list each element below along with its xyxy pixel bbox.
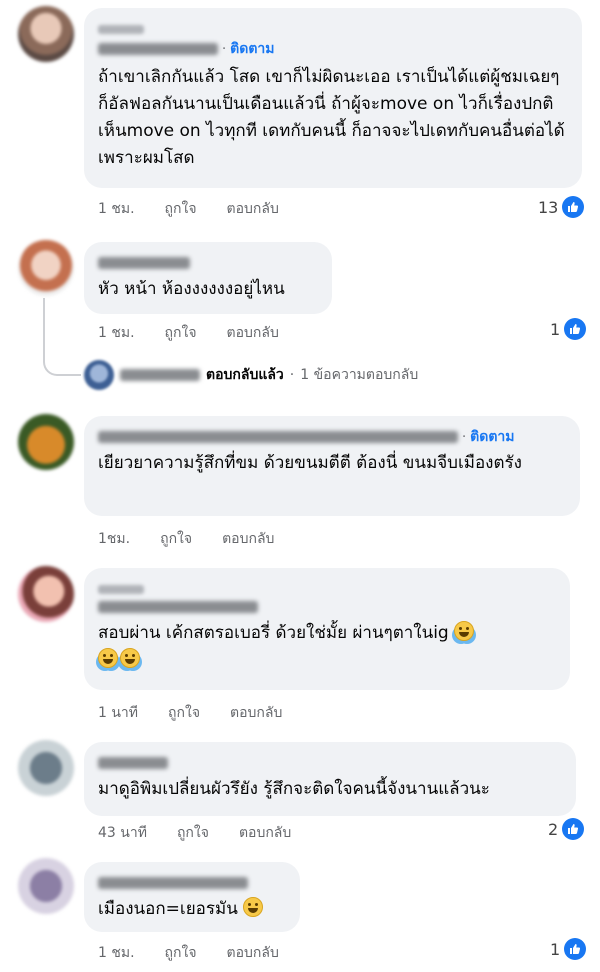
reply-button[interactable]: ตอบกลับ [239,822,291,844]
like-button[interactable]: ถูกใจ [168,702,200,724]
author-name[interactable] [98,757,168,769]
comment-item: · ติดตาม ถ้าเขาเลิกกันแล้ว โสด เขาก็ไม่ผ… [0,0,600,230]
laughing-tears-emoji [454,621,475,641]
comment-text-content: สอบผ่าน เค้กสตรอเบอรี่ ด้วยใช่มั้ย ผ่านๆ… [98,623,449,643]
comment-text-content: เมืองนอก=เยอรมัน [98,899,238,919]
avatar[interactable] [18,566,74,622]
comment-bubble: เมืองนอก=เยอรมัน [84,862,300,932]
reaction-count[interactable]: 2 [548,818,585,840]
like-icon [564,938,587,960]
like-button[interactable]: ถูกใจ [165,322,197,344]
reply-button[interactable]: ตอบกลับ [230,702,282,724]
author-name[interactable] [98,43,218,55]
timestamp[interactable]: 1 ชม. [98,198,135,220]
comment-item: เมืองนอก=เยอรมัน 1 ชม. ถูกใจ ตอบกลับ 1 [0,850,600,972]
separator-dot: · [462,429,467,445]
like-button[interactable]: ถูกใจ [160,528,192,550]
reaction-number: 13 [538,197,559,217]
comment-actions: 1ชม. ถูกใจ ตอบกลับ [98,528,274,550]
reply-author-name [120,369,200,381]
comment-actions: 1 ชม. ถูกใจ ตอบกลับ [98,322,279,344]
author-name[interactable] [98,431,458,443]
avatar[interactable] [18,6,74,62]
comment-bubble: สอบผ่าน เค้กสตรอเบอรี่ ด้วยใช่มั้ย ผ่านๆ… [84,568,570,690]
follow-button[interactable]: ติดตาม [230,38,274,60]
separator-dot: · [222,41,227,57]
like-icon [562,818,585,840]
author-row [98,872,286,894]
comment-actions: 1 ชม. ถูกใจ ตอบกลับ [98,198,279,220]
timestamp[interactable]: 1 นาที [98,702,138,724]
author-row [98,252,318,274]
comment-actions: 1 นาที ถูกใจ ตอบกลับ [98,702,282,724]
reply-avatar [84,360,114,390]
reaction-number: 1 [550,319,561,339]
view-replies-link[interactable]: ตอบกลับแล้ว · 1 ข้อความตอบกลับ [84,360,418,390]
comment-item: สอบผ่าน เค้กสตรอเบอรี่ ด้วยใช่มั้ย ผ่านๆ… [0,560,600,730]
comment-item: มาดูอิพิมเปลี่ยนผัวรึยัง รู้สึกจะติดใจคน… [0,730,600,850]
author-row-2 [98,596,556,618]
author-row-2: · ติดตาม [98,38,568,60]
avatar[interactable] [18,858,74,914]
author-row: · ติดตาม [98,426,566,448]
author-name[interactable] [98,601,258,613]
laughing-tears-emoji [98,648,118,668]
comment-text: เมืองนอก=เยอรมัน [98,896,286,923]
comment-text: มาดูอิพิมเปลี่ยนผัวรึยัง รู้สึกจะติดใจคน… [98,779,490,799]
reaction-number: 2 [548,819,559,839]
comment-item: · ติดตาม เยียวยาความรู้สึกที่ขม ด้วยขนมต… [0,400,600,560]
timestamp[interactable]: 1 ชม. [98,942,135,964]
comment-bubble: หัว หน้า ห้องงงงงงอยู่ไหน [84,242,332,314]
comment-text: ถ้าเขาเลิกกันแล้ว โสด เขาก็ไม่ผิดนะเออ เ… [98,67,565,168]
reply-button[interactable]: ตอบกลับ [222,528,274,550]
follow-button[interactable]: ติดตาม [470,426,514,448]
reply-count: 1 ข้อความตอบกลับ [300,367,419,383]
like-button[interactable]: ถูกใจ [165,198,197,220]
reaction-count[interactable]: 1 [550,318,587,340]
timestamp[interactable]: 1 ชม. [98,322,135,344]
like-icon [564,318,587,340]
like-button[interactable]: ถูกใจ [165,942,197,964]
comment-bubble: · ติดตาม ถ้าเขาเลิกกันแล้ว โสด เขาก็ไม่ผ… [84,8,582,188]
grinning-sweat-emoji [243,897,264,917]
reply-button[interactable]: ตอบกลับ [227,198,279,220]
reaction-count[interactable]: 13 [538,196,585,218]
avatar[interactable] [18,240,74,296]
reply-button[interactable]: ตอบกลับ [227,942,279,964]
timestamp[interactable]: 1ชม. [98,528,130,550]
separator-dot: · [289,367,295,383]
badge [98,24,144,34]
reply-thread-line [43,298,81,376]
author-name[interactable] [98,877,248,889]
reply-action: ตอบกลับแล้ว [206,367,284,383]
author-name[interactable] [98,257,190,269]
author-row [98,752,562,774]
reaction-count[interactable]: 1 [550,938,587,960]
comment-actions: 43 นาที ถูกใจ ตอบกลับ [98,822,291,844]
like-icon [562,196,585,218]
laughing-tears-emoji [120,648,140,668]
avatar[interactable] [18,740,74,796]
reply-button[interactable]: ตอบกลับ [227,322,279,344]
author-row [98,18,568,40]
avatar[interactable] [18,414,74,470]
comment-bubble: มาดูอิพิมเปลี่ยนผัวรึยัง รู้สึกจะติดใจคน… [84,742,576,816]
comment-text: หัว หน้า ห้องงงงงงอยู่ไหน [98,279,285,299]
comment-text: สอบผ่าน เค้กสตรอเบอรี่ ด้วยใช่มั้ย ผ่านๆ… [98,620,556,674]
comment-actions: 1 ชม. ถูกใจ ตอบกลับ [98,942,279,964]
badge [98,584,144,594]
timestamp[interactable]: 43 นาที [98,822,147,844]
like-button[interactable]: ถูกใจ [177,822,209,844]
reaction-number: 1 [550,939,561,959]
comment-bubble: · ติดตาม เยียวยาความรู้สึกที่ขม ด้วยขนมต… [84,416,580,516]
comment-text: เยียวยาความรู้สึกที่ขม ด้วยขนมตีตี ต้องน… [98,453,522,473]
